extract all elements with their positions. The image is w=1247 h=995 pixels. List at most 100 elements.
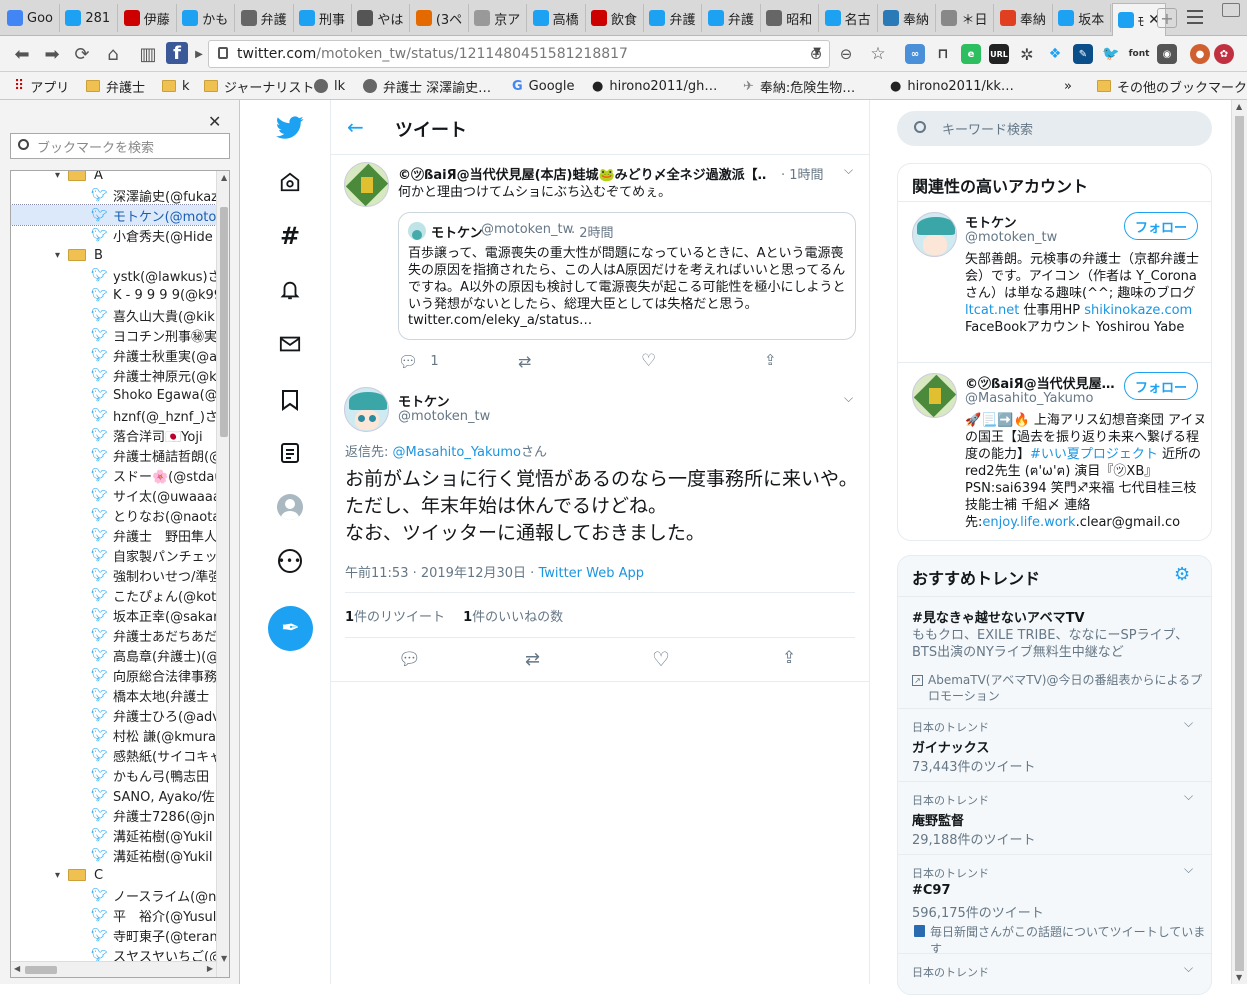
account-bio-link-2[interactable]: enjoy.life.work	[982, 515, 1075, 530]
trend-item[interactable]: 日本のトレンド ⌵	[898, 953, 1211, 994]
quoted-tweet[interactable]: モトケン @motoken_tw · 2時間 百歩譲って、電源喪失の重大性が問題…	[398, 212, 856, 340]
notifications-bell-icon[interactable]	[276, 276, 304, 304]
tree-bookmark[interactable]: 🐦︎ 平 裕介(@Yusul	[11, 905, 216, 925]
tree-bookmark[interactable]: 🐦︎ 向原総合法律事務	[11, 665, 216, 685]
tree-bookmark[interactable]: 🐦︎ 強制わいせつ/準強	[11, 565, 216, 585]
more-nav-icon[interactable]: •••	[276, 547, 304, 575]
ext-url-icon[interactable]: URL	[989, 44, 1009, 64]
tree-bookmark[interactable]: 🐦︎ 弁護士樋詰哲朗(@	[11, 445, 216, 465]
browser-tab[interactable]: 坂本	[1053, 4, 1112, 32]
forward-icon[interactable]: ➡	[40, 42, 64, 66]
account-bio-link-1[interactable]: ltcat.net	[965, 303, 1019, 318]
ext-evernote-icon[interactable]: e	[961, 44, 981, 64]
new-tab-button[interactable]: +	[1157, 8, 1177, 28]
tweet-author-handle[interactable]: @motoken_tw	[398, 409, 490, 424]
profile-nav-icon[interactable]	[276, 493, 304, 521]
trend-item[interactable]: 日本のトレンド ⌵ #C97 596,175件のツイート 毎日新聞さんがこの話題…	[898, 854, 1211, 956]
account-bio-link-1[interactable]: #いい夏プロジェクト	[1030, 447, 1158, 462]
quoted-tweet-link[interactable]: twitter.com/eleky_a/status…	[408, 313, 592, 328]
reply-to-user-link[interactable]: @Masahito_Yakumo	[393, 445, 521, 460]
bookmark-apps[interactable]: ⠿ アプリ	[14, 76, 69, 96]
bookmark-folder[interactable]: 弁護士	[86, 76, 145, 96]
tree-bookmark[interactable]: 🐦︎ モトケン(@motok	[11, 204, 217, 226]
account-name[interactable]: ©㋡ßaiЯ@当代伏見屋…	[965, 373, 1115, 392]
messages-envelope-icon[interactable]	[276, 330, 304, 358]
chevron-down-icon[interactable]: ⌵	[844, 163, 853, 178]
twitter-search-input[interactable]: キーワード検索	[897, 111, 1212, 146]
tree-bookmark[interactable]: 🐦︎ 溝延祐樹(@Yukil	[11, 845, 216, 865]
tree-bookmark[interactable]: 🐦︎ K - 9 9 9 9(@k99	[11, 285, 216, 305]
browser-tab[interactable]: やは	[352, 4, 411, 32]
tree-bookmark[interactable]: 🐦︎ 坂本正幸(@sakar	[11, 605, 216, 625]
browser-tab[interactable]: 奉納	[878, 4, 937, 32]
star-icon[interactable]: ☆	[866, 42, 890, 66]
tree-bookmark[interactable]: 🐦︎ こたぴょん(@kota	[11, 585, 216, 605]
retweet-button[interactable]: ⇄	[525, 649, 540, 670]
browser-tab[interactable]: 名古	[820, 4, 878, 32]
back-arrow-icon[interactable]: ←	[347, 115, 364, 139]
ext-bookmark-icon[interactable]: ⊓	[933, 44, 953, 64]
ext-edit-icon[interactable]: ✎	[1073, 44, 1093, 64]
tweet-author-avatar[interactable]	[344, 387, 389, 432]
tree-hscrollbar[interactable]: ◀ ▶	[11, 961, 216, 977]
chevron-right-icon[interactable]: ▶	[194, 42, 204, 66]
tree-bookmark[interactable]: 🐦︎ 自家製パンチェッタ	[11, 545, 216, 565]
tree-bookmark[interactable]: 🐦︎ 寺町東子(@teran	[11, 925, 216, 945]
chevron-down-icon[interactable]: ⌵	[1184, 961, 1193, 976]
tree-folder[interactable]: ▾ B	[11, 245, 216, 265]
trend-item[interactable]: 日本のトレンド ⌵ ガイナックス 73,443件のツイート	[898, 708, 1211, 781]
account-name[interactable]: モトケン	[965, 212, 1017, 231]
browser-tab[interactable]: 刑事	[294, 4, 353, 32]
add-icon[interactable]: ⊕	[804, 42, 828, 66]
ext-twitter-icon[interactable]: 🐦	[1101, 44, 1121, 64]
tree-folder[interactable]: ▾ C	[11, 865, 216, 885]
tweet-author-name[interactable]: モトケン	[398, 391, 450, 410]
tree-bookmark[interactable]: 🐦︎ 深澤諭史(@fukaz	[11, 185, 216, 205]
reload-icon[interactable]: ⟳	[70, 42, 94, 66]
browser-tab[interactable]: 伊藤	[119, 4, 177, 32]
browser-tab[interactable]: Goo	[2, 4, 60, 32]
home-nav-icon[interactable]	[276, 168, 304, 196]
bookmark-globe[interactable]: lk	[314, 76, 345, 96]
tweet-source-link[interactable]: Twitter Web App	[538, 566, 644, 581]
tree-bookmark[interactable]: 🐦︎ 落合洋司🇯🇵Yoji	[11, 425, 216, 445]
tree-bookmark[interactable]: 🐦︎ hznf(@_hznf_)さん	[11, 405, 216, 425]
tree-bookmark[interactable]: 🐦︎ 弁護士ひろ(@adv	[11, 705, 216, 725]
ext-profile-icon[interactable]: ✿	[1214, 44, 1234, 64]
parent-tweet-avatar[interactable]	[344, 162, 389, 207]
tree-bookmark[interactable]: 🐦︎ 弁護士7286(@jn	[11, 805, 216, 825]
parent-tweet-time[interactable]: · 1時間	[781, 164, 824, 183]
account-bio-link-2[interactable]: shikinokaze.com	[1084, 303, 1192, 318]
parent-share-icon[interactable]: ⇪	[764, 351, 777, 369]
account-avatar[interactable]	[912, 373, 957, 418]
home-icon[interactable]: ⌂	[101, 42, 125, 66]
browser-tab[interactable]: 弁護	[703, 4, 761, 32]
chevron-down-icon[interactable]: ⌵	[1184, 862, 1193, 877]
tree-bookmark[interactable]: 🐦︎ 感熱紙(サイコキャ	[11, 745, 216, 765]
tree-scrollbar-thumb[interactable]	[220, 207, 228, 437]
ext-binoculars-icon[interactable]: ∞	[905, 44, 925, 64]
parent-retweet-icon[interactable]: ⇄	[518, 352, 531, 371]
bookmark-search-input[interactable]: ブックマークを検索	[10, 133, 230, 159]
tree-bookmark[interactable]: 🐦︎ 弁護士秋重実(@a	[11, 345, 216, 365]
close-icon[interactable]: ✕	[208, 112, 221, 131]
expand-arrow-icon[interactable]: ▾	[55, 250, 60, 261]
chevron-down-icon[interactable]: ⌵	[1184, 789, 1193, 804]
bookmark-globe[interactable]: 弁護士 深澤諭史…	[363, 76, 491, 96]
ext-gear-icon[interactable]: ✲	[1017, 44, 1037, 64]
tweet-options-chevron-icon[interactable]: ⌵	[844, 391, 853, 406]
ext-shield-icon[interactable]: ◉	[1157, 44, 1177, 64]
browser-tab[interactable]: 昭和	[761, 4, 820, 32]
profile-corner-icon[interactable]	[1222, 3, 1240, 17]
browser-tab[interactable]: 奉納	[995, 4, 1053, 32]
parent-like-icon[interactable]: ♡	[641, 351, 656, 371]
follow-button[interactable]: フォロー	[1124, 372, 1198, 400]
extension-icon[interactable]: ▥	[136, 42, 160, 66]
ext-dropbox-icon[interactable]: ❖	[1045, 44, 1065, 64]
bookmark-folder[interactable]: k	[162, 76, 190, 96]
account-avatar[interactable]	[912, 212, 957, 257]
bookmark-chevron[interactable]: »	[1064, 76, 1072, 96]
ext-avatar-icon[interactable]: ●	[1190, 44, 1210, 64]
tree-bookmark[interactable]: 🐦︎ 村松 謙(@kmurar	[11, 725, 216, 745]
tree-bookmark[interactable]: 🐦︎ 高島章(弁護士)(@	[11, 645, 216, 665]
